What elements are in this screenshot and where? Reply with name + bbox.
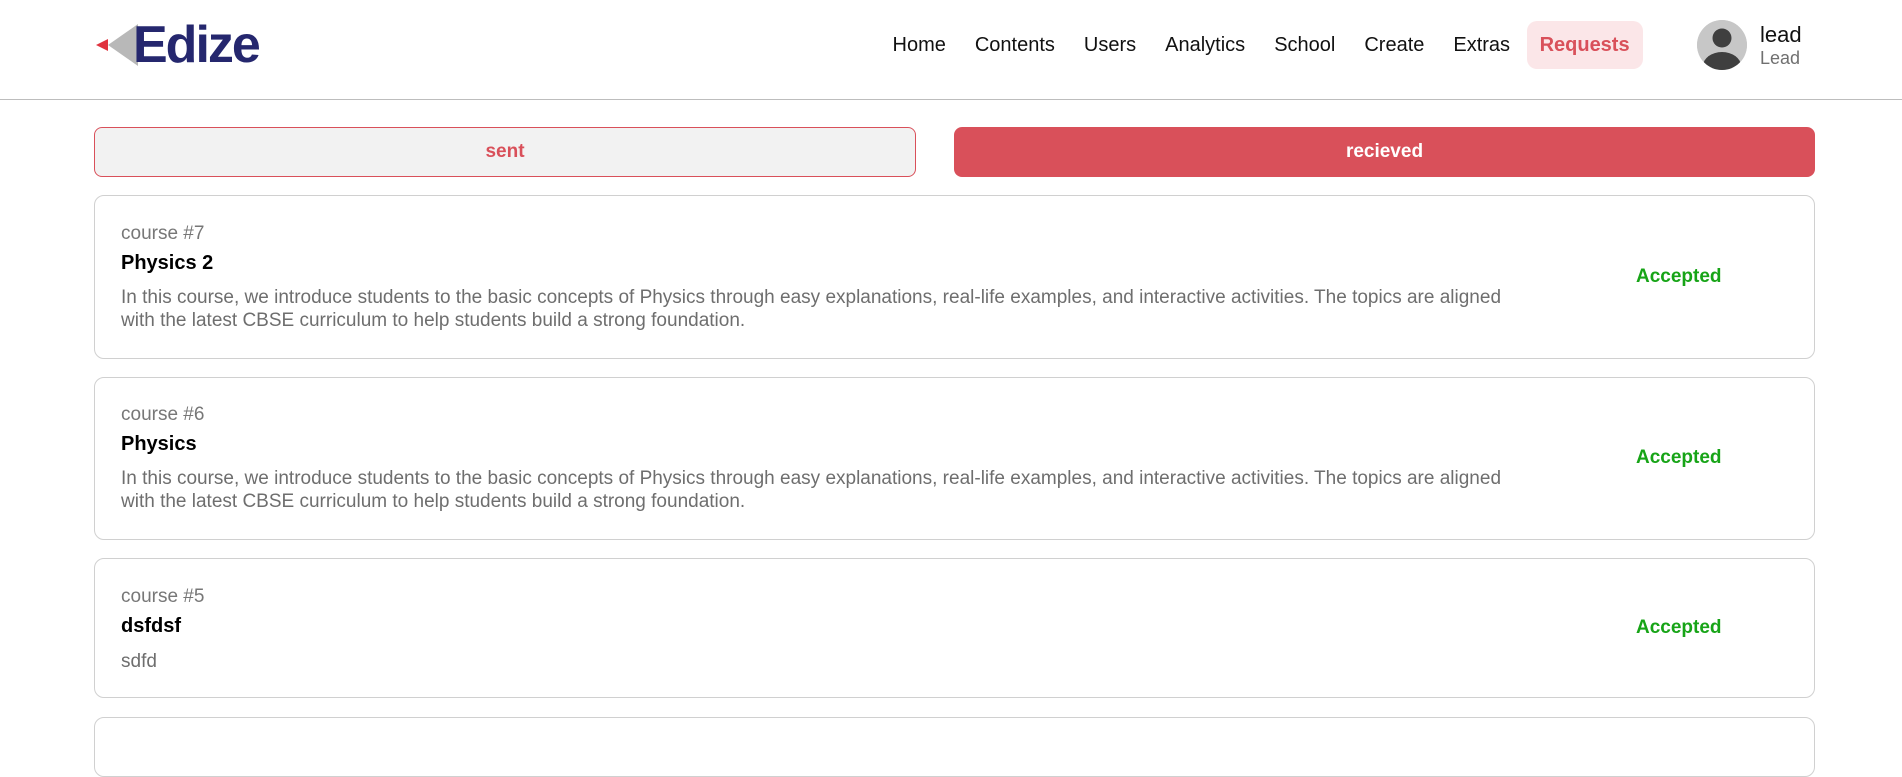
main-nav: Home Contents Users Analytics School Cre… bbox=[878, 21, 1643, 69]
course-title: Physics 2 bbox=[121, 252, 214, 274]
course-id: course #6 bbox=[121, 404, 205, 425]
user-role: Lead bbox=[1760, 47, 1801, 68]
top-navbar: Edize Home Contents Users Analytics Scho… bbox=[0, 0, 1902, 100]
request-card[interactable]: course #7 Physics 2 In this course, we i… bbox=[94, 195, 1815, 359]
status-badge: Accepted bbox=[1636, 447, 1722, 468]
tab-received[interactable]: recieved bbox=[954, 127, 1815, 177]
course-title: Physics bbox=[121, 433, 197, 455]
user-menu[interactable]: lead Lead bbox=[1697, 20, 1802, 70]
nav-contents[interactable]: Contents bbox=[960, 21, 1069, 69]
course-title: dsfdsf bbox=[121, 615, 181, 637]
request-card[interactable] bbox=[94, 717, 1815, 777]
edize-logo[interactable]: Edize bbox=[94, 16, 261, 74]
course-description: sdfd bbox=[121, 651, 157, 672]
course-description: In this course, we introduce students to… bbox=[121, 468, 1502, 512]
user-name: lead bbox=[1760, 21, 1802, 47]
request-card[interactable]: course #5 dsfdsf sdfd Accepted bbox=[94, 558, 1815, 698]
course-description: In this course, we introduce students to… bbox=[121, 287, 1502, 331]
nav-users[interactable]: Users bbox=[1069, 21, 1150, 69]
status-badge: Accepted bbox=[1636, 617, 1722, 638]
nav-home[interactable]: Home bbox=[878, 21, 960, 69]
request-tabs: sent recieved bbox=[94, 127, 1815, 177]
request-card[interactable]: course #6 Physics In this course, we int… bbox=[94, 377, 1815, 540]
nav-create[interactable]: Create bbox=[1350, 21, 1439, 69]
course-id: course #5 bbox=[121, 586, 205, 607]
nav-extras[interactable]: Extras bbox=[1439, 21, 1525, 69]
logo-text: Edize bbox=[133, 16, 261, 74]
nav-requests[interactable]: Requests bbox=[1526, 21, 1643, 69]
nav-school[interactable]: School bbox=[1260, 21, 1350, 69]
course-id: course #7 bbox=[121, 223, 205, 244]
tab-sent[interactable]: sent bbox=[94, 127, 916, 177]
status-badge: Accepted bbox=[1636, 266, 1722, 287]
nav-analytics[interactable]: Analytics bbox=[1151, 21, 1260, 69]
user-avatar-icon bbox=[1697, 20, 1747, 70]
